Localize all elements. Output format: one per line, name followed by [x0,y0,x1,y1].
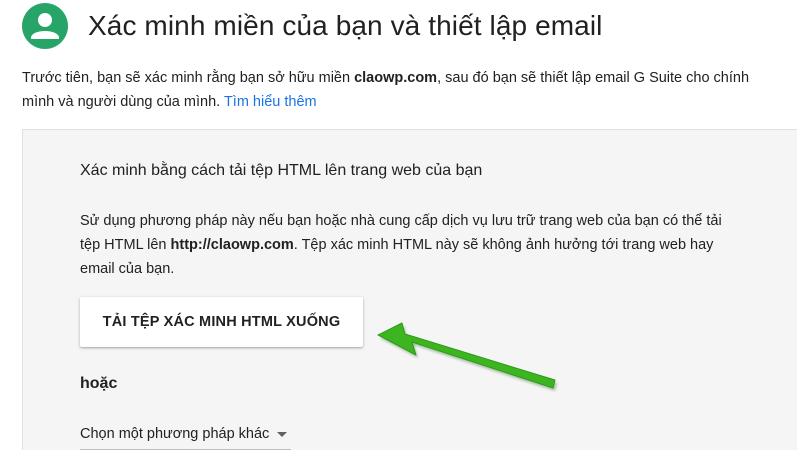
page: Xác minh miền của bạn và thiết lập email… [0,0,800,450]
header: Xác minh miền của bạn và thiết lập email [22,2,603,50]
download-html-file-button[interactable]: TẢI TỆP XÁC MINH HTML XUỐNG [80,297,363,347]
page-title: Xác minh miền của bạn và thiết lập email [88,10,603,41]
intro-text-before: Trước tiên, bạn sẽ xác minh rằng bạn sở … [22,70,355,86]
method-select-label: Chọn một phương pháp khác [80,426,270,442]
caret-down-icon [277,431,288,437]
card-description: Sử dụng phương pháp này nếu bạn hoặc nhà… [80,209,740,281]
intro-paragraph: Trước tiên, bạn sẽ xác minh rằng bạn sở … [22,66,762,114]
intro-domain: claowp.com [354,70,438,86]
account-circle-icon [22,3,68,49]
card-desc-url: http://claowp.com [170,237,294,253]
verification-card: Xác minh bằng cách tải tệp HTML lên tran… [22,129,797,450]
method-select-dropdown[interactable]: Chọn một phương pháp khác [80,426,292,450]
card-title: Xác minh bằng cách tải tệp HTML lên tran… [80,162,483,179]
learn-more-link[interactable]: Tìm hiểu thêm [224,94,317,110]
or-label: hoặc [80,375,118,392]
